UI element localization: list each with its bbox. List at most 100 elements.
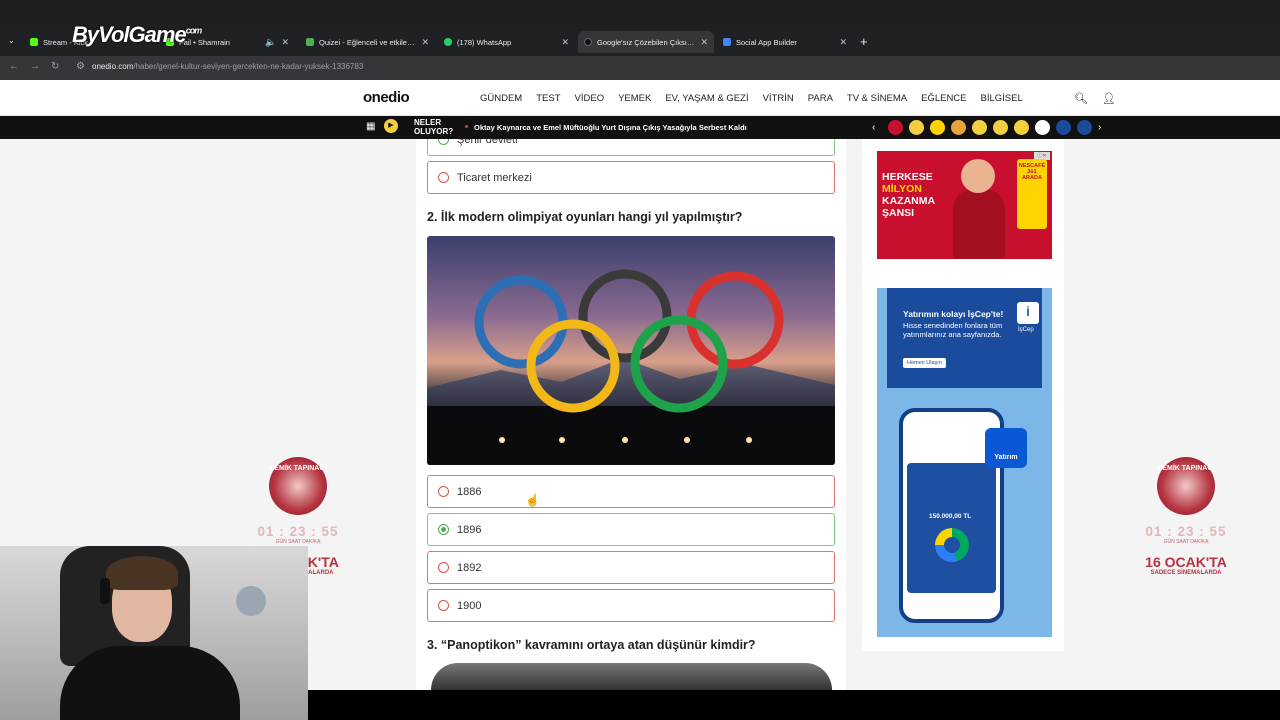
- logo-text: ByVolGame: [72, 22, 187, 47]
- play-icon[interactable]: ▶: [384, 119, 398, 133]
- reaction-badge[interactable]: [1014, 120, 1029, 135]
- answer-option-1892[interactable]: 1892: [427, 551, 835, 584]
- radio-icon: [438, 486, 449, 497]
- tab-close-icon[interactable]: ✕: [561, 37, 569, 48]
- reaction-badge[interactable]: [930, 120, 945, 135]
- menu-item-para[interactable]: PARA: [808, 93, 833, 104]
- reaction-badge[interactable]: [993, 120, 1008, 135]
- portfolio-donut-icon: [935, 528, 969, 562]
- main-menu: GÜNDEM TEST VİDEO YEMEK EV, YAŞAM & GEZİ…: [480, 93, 1023, 104]
- reaction-badge[interactable]: [909, 120, 924, 135]
- new-tab-plus-icon[interactable]: +: [860, 34, 868, 49]
- logo-suffix: com: [185, 25, 202, 36]
- tab-title: Google'sız Çözebilen Çıksın: Zo: [597, 37, 696, 47]
- yatirim-tab: Yatırım: [985, 428, 1027, 468]
- neler-line2: OLUYOR?: [414, 127, 454, 136]
- menu-item-test[interactable]: TEST: [536, 93, 560, 104]
- speaker-icon[interactable]: 🔈: [265, 37, 276, 48]
- countdown-timer: 01 : 23 : 55: [1145, 524, 1227, 539]
- menu-item-tv-sinema[interactable]: TV & SİNEMA: [847, 93, 907, 104]
- radio-icon: [438, 562, 449, 573]
- whatsapp-icon: [444, 38, 452, 46]
- reaction-badge[interactable]: [1077, 120, 1092, 135]
- menu-item-yemek[interactable]: YEMEK: [618, 93, 651, 104]
- menu-item-vitrin[interactable]: VİTRİN: [763, 93, 794, 104]
- olympic-rings-photo: [427, 236, 835, 465]
- ad-line: HERKESE: [882, 171, 933, 183]
- question-title: 2. İlk modern olimpiyat oyunları hangi y…: [427, 210, 743, 224]
- option-label: 1892: [457, 561, 482, 574]
- live-dot: [465, 125, 468, 128]
- menu-item-ev-yasam-gezi[interactable]: EV, YAŞAM & GEZİ: [665, 93, 748, 104]
- radio-selected-icon: [438, 524, 449, 535]
- streamer-logo-overlay: ByVolGamecom: [72, 22, 202, 48]
- tab-search-icon[interactable]: ⌄: [8, 36, 15, 45]
- reaction-badge[interactable]: [1056, 120, 1071, 135]
- onedio-icon: [584, 38, 592, 46]
- tab-close-icon[interactable]: ✕: [421, 37, 429, 48]
- question-image: [431, 663, 832, 690]
- search-icon[interactable]: 🔍︎: [1074, 92, 1088, 105]
- reaction-badge[interactable]: [888, 120, 903, 135]
- reaction-badge[interactable]: [951, 120, 966, 135]
- reaction-badge[interactable]: [1035, 120, 1050, 135]
- iscep-cta-button[interactable]: Hemen Ulaşın: [903, 358, 946, 368]
- answer-option-1896[interactable]: 1896: [427, 513, 835, 546]
- movie-emblem: KEMİK TAPINAĞI: [269, 457, 327, 515]
- user-icon[interactable]: 👤︎: [1102, 92, 1116, 105]
- tab-close-icon[interactable]: ✕: [839, 37, 847, 48]
- release-date: 16 OCAK'TA: [1145, 554, 1227, 570]
- answer-option-1900[interactable]: 1900: [427, 589, 835, 622]
- reaction-badge[interactable]: [972, 120, 987, 135]
- isbank-logo-icon: İ: [1017, 302, 1039, 324]
- ad-footer: [877, 259, 1052, 272]
- iscep-sub: Hisse senedinden fonlara tüm yatırımları…: [903, 321, 1003, 339]
- ad-line: KAZANMA: [882, 195, 936, 207]
- nescafe-headline: HERKESE MİLYON KAZANMA ŞANSI: [882, 171, 935, 219]
- hand-cursor-icon: ☝: [525, 493, 540, 507]
- url-field[interactable]: onedio.com/haber/genel-kultur-seviyen-ge…: [92, 62, 363, 71]
- headphones-icon: [100, 578, 110, 604]
- kick-icon: [30, 38, 38, 46]
- chevron-left-icon[interactable]: ‹: [872, 122, 882, 133]
- menu-item-bilgisel[interactable]: BİLGİSEL: [981, 93, 1023, 104]
- tab-social-app-builder[interactable]: Social App Builder ✕: [717, 31, 853, 53]
- countdown-timer: 01 : 23 : 55: [257, 524, 339, 539]
- url-path: /haber/genel-kultur-seviyen-gercekten-ne…: [133, 62, 364, 71]
- movie-ad-right[interactable]: KEMİK TAPINAĞI 01 : 23 : 55 GÜN SAAT DAK…: [1126, 457, 1246, 576]
- tab-onedio-active[interactable]: Google'sız Çözebilen Çıksın: Zo ✕: [578, 31, 714, 53]
- streamer-shirt: [60, 646, 240, 720]
- option-label: 1886: [457, 485, 482, 498]
- menu-item-gundem[interactable]: GÜNDEM: [480, 93, 522, 104]
- radio-icon: [438, 600, 449, 611]
- chevron-right-icon[interactable]: ›: [1098, 122, 1108, 133]
- site-info-icon[interactable]: ⚙: [76, 61, 85, 72]
- neler-oluyor-label: NELEROLUYOR?: [414, 118, 453, 136]
- grid-menu-icon[interactable]: ▦: [366, 121, 375, 132]
- ad-person: [949, 159, 1007, 259]
- answer-option-1886[interactable]: 1886: [427, 475, 835, 508]
- menu-item-video[interactable]: VİDEO: [575, 93, 605, 104]
- screen: ⌄ Stream - Kick Fail • Shamrain 🔈 ✕ Quiz…: [0, 0, 1280, 720]
- reload-icon[interactable]: ↻: [51, 61, 59, 72]
- tab-close-icon[interactable]: ✕: [281, 37, 289, 48]
- onedio-logo[interactable]: onedio: [363, 89, 410, 106]
- ticker-headline[interactable]: Oktay Kaynarca ve Emel Müftüoğlu Yurt Dı…: [474, 123, 747, 132]
- webcam-overlay: [0, 546, 308, 720]
- forward-arrow-icon[interactable]: →: [30, 61, 40, 72]
- option-label: 1896: [457, 523, 482, 536]
- tab-quizei[interactable]: Quizei - Eğlenceli ve etkileşimli ✕: [300, 31, 435, 53]
- answer-option[interactable]: Ticaret merkezi: [427, 161, 835, 194]
- tab-close-icon[interactable]: ✕: [700, 37, 708, 48]
- nescafe-ad[interactable]: ⓘ✕ HERKESE MİLYON KAZANMA ŞANSI NESCAFÉ …: [877, 151, 1052, 272]
- tab-whatsapp[interactable]: (178) WhatsApp ✕: [438, 31, 575, 53]
- movie-emblem: KEMİK TAPINAĞI: [1157, 457, 1215, 515]
- back-arrow-icon[interactable]: ←: [9, 61, 19, 72]
- iscep-ad[interactable]: Yatırımın kolayı İşCep'te! Hisse senedin…: [877, 288, 1052, 637]
- olympic-rings-icon: [474, 269, 784, 443]
- countdown-labels: GÜN SAAT DAKİKA: [1163, 539, 1209, 545]
- balance-text: 150.000,00 TL: [929, 513, 972, 520]
- tab-title: Quizei - Eğlenceli ve etkileşimli: [319, 37, 417, 47]
- menu-item-eglence[interactable]: EĞLENCE: [921, 93, 966, 104]
- streamer-hair: [106, 556, 178, 590]
